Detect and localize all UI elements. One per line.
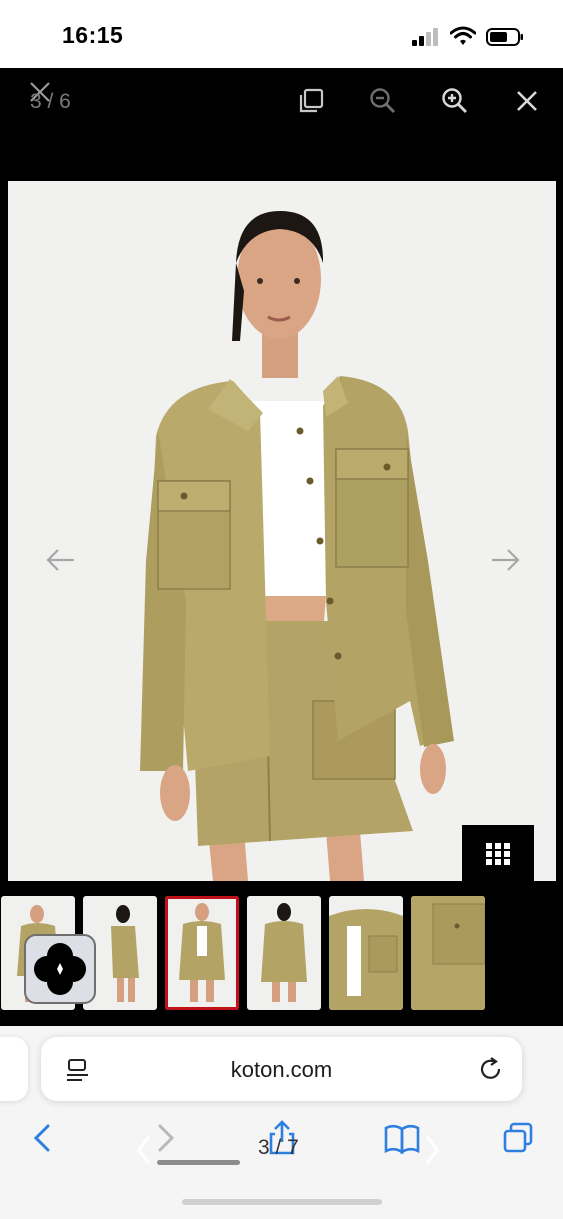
thumbnail-image — [329, 909, 403, 1010]
image-page-indicator: 3 / 7 — [258, 1136, 299, 1159]
cellular-signal-icon — [412, 28, 438, 46]
previous-image-icon[interactable] — [44, 545, 78, 575]
thumbnail-image — [179, 903, 225, 1002]
image-counter: 3 / 6 — [30, 90, 71, 113]
grid-icon — [486, 843, 510, 865]
thumbnail-4[interactable] — [247, 896, 321, 1010]
back-icon[interactable] — [26, 1120, 60, 1156]
thumbnail-5[interactable] — [329, 896, 403, 1010]
status-time: 16:15 — [62, 22, 124, 48]
reload-icon[interactable] — [478, 1056, 504, 1082]
home-indicator[interactable] — [182, 1199, 382, 1205]
close-viewer-icon[interactable] — [512, 86, 542, 116]
thumbnail-3[interactable] — [165, 896, 239, 1010]
clover-icon — [34, 943, 86, 995]
app-badge[interactable] — [24, 934, 96, 1004]
image-swipe-indicator — [157, 1160, 240, 1165]
address-bar[interactable]: koton.com — [41, 1037, 522, 1101]
wifi-icon — [450, 26, 476, 45]
thumbnail-image — [411, 896, 485, 1010]
grid-view-button[interactable] — [462, 825, 534, 883]
thumbnail-image — [261, 903, 307, 1002]
overlay-next-icon — [426, 1136, 439, 1164]
thumbnail-6[interactable] — [411, 896, 485, 1010]
zoom-out-icon[interactable] — [368, 86, 398, 116]
tabs-icon[interactable] — [502, 1120, 536, 1156]
url-text: koton.com — [230, 1057, 333, 1082]
zoom-in-icon[interactable] — [440, 86, 470, 116]
battery-icon — [486, 28, 523, 46]
previous-tab-preview[interactable] — [0, 1037, 28, 1101]
status-bar: 16:15 — [0, 0, 563, 68]
product-photo[interactable] — [8, 181, 556, 881]
copy-icon[interactable] — [296, 86, 326, 116]
model-illustration — [140, 211, 454, 881]
next-image-icon[interactable] — [488, 545, 522, 575]
